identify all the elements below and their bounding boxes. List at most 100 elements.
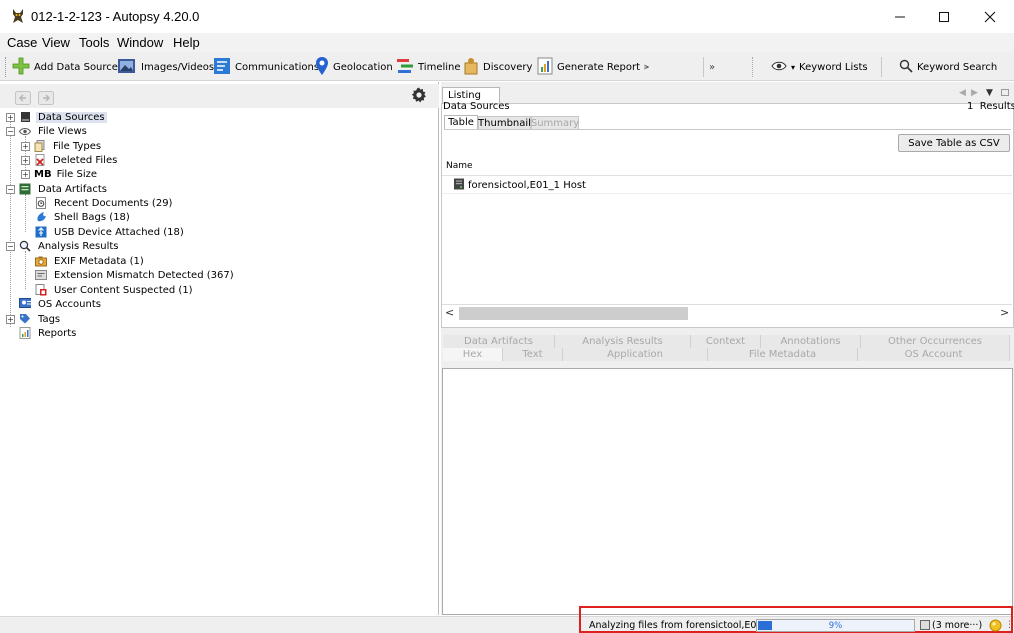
tree-item-extension-mismatch[interactable]: Extension Mismatch Detected (367) — [35, 268, 236, 282]
tree-label: Reports — [38, 327, 77, 339]
images-videos-button[interactable]: Images/Videos — [117, 56, 214, 78]
horizontal-scrollbar[interactable]: < > — [442, 304, 1012, 321]
menu-window[interactable]: Window — [117, 35, 163, 50]
tree-label: USB Device Attached (18) — [54, 226, 184, 238]
expand-icon[interactable]: + — [6, 314, 15, 324]
images-videos-icon — [117, 57, 137, 78]
tree-item-shell-bags[interactable]: Shell Bags (18) — [35, 210, 132, 224]
timeline-icon — [396, 57, 414, 78]
scrollbar-thumb[interactable] — [459, 307, 688, 320]
notification-bulb-icon[interactable] — [989, 619, 1002, 633]
tab-summary[interactable]: Summary — [531, 116, 579, 129]
tree-item-analysis-results[interactable]: − Analysis Results — [6, 239, 121, 253]
add-data-source-button[interactable]: Add Data Source — [12, 56, 118, 78]
minimize-button[interactable] — [877, 0, 923, 33]
expand-icon[interactable]: + — [21, 155, 30, 165]
expand-icon[interactable]: + — [21, 141, 30, 151]
listing-tab-strip — [441, 86, 1014, 104]
tab-data-artifacts[interactable]: Data Artifacts — [443, 335, 555, 348]
tab-file-metadata[interactable]: File Metadata — [708, 348, 858, 361]
tree-connector — [10, 122, 11, 327]
tab-label: Hex — [462, 349, 483, 360]
main-toolbar: Add Data Source Images/Videos Communicat… — [0, 52, 1014, 81]
tab-list-icon[interactable]: ▼ — [986, 88, 993, 98]
tab-label: Application — [607, 349, 663, 360]
back-button[interactable] — [14, 90, 32, 106]
tree-item-data-sources[interactable]: + Data Sources — [6, 110, 107, 124]
extension-mismatch-icon — [35, 269, 47, 281]
tab-table[interactable]: Table — [444, 115, 478, 129]
keyword-search-button[interactable]: Keyword Search — [899, 56, 997, 78]
expand-icon[interactable]: + — [21, 169, 30, 179]
menu-case[interactable]: Case — [7, 35, 37, 50]
geolocation-button[interactable]: Geolocation — [315, 56, 393, 78]
timeline-button[interactable]: Timeline — [396, 56, 461, 78]
autopsy-logo-icon — [11, 8, 25, 24]
dropdown-caret-icon: ▾ — [791, 62, 796, 72]
menu-view[interactable]: View — [42, 35, 70, 50]
results-count: 1 Results — [967, 101, 1014, 112]
tab-other-occurrences[interactable]: Other Occurrences — [861, 335, 1010, 348]
tree-item-tags[interactable]: + Tags — [6, 312, 62, 326]
save-table-csv-label: Save Table as CSV — [908, 137, 1000, 149]
keyword-lists-button[interactable]: ▾ Keyword Lists — [771, 56, 868, 78]
save-table-csv-button[interactable]: Save Table as CSV — [898, 134, 1010, 152]
tab-text[interactable]: Text — [503, 348, 563, 361]
tree-item-os-accounts[interactable]: OS Accounts — [19, 297, 103, 311]
hard-drive-icon — [19, 111, 31, 123]
tree-settings-button[interactable] — [410, 87, 428, 104]
scroll-right-arrow-icon[interactable]: > — [1000, 306, 1009, 319]
tab-scroll-left-icon[interactable]: ◀ — [959, 88, 966, 98]
table-row[interactable]: forensictool,E01_1 Host — [442, 177, 1012, 194]
collapse-icon[interactable]: − — [6, 126, 15, 136]
tab-thumbnail[interactable]: Thumbnail — [478, 116, 531, 129]
tree-item-file-views[interactable]: − File Views — [6, 124, 89, 138]
tree-label: Extension Mismatch Detected (367) — [54, 269, 234, 281]
tree-item-user-content[interactable]: User Content Suspected (1) — [35, 283, 195, 297]
progress-bar: 9% — [756, 619, 915, 632]
menu-help[interactable]: Help — [173, 35, 200, 50]
collapse-icon[interactable]: − — [6, 184, 15, 194]
tree-item-recent-documents[interactable]: Recent Documents (29) — [35, 196, 174, 210]
result-viewer-pane: Listing ◀ ▶ ▼ Data Sources 1 Results Tab… — [441, 82, 1014, 615]
tab-hex[interactable]: Hex — [443, 348, 503, 361]
recent-documents-icon — [35, 197, 47, 209]
tab-annotations[interactable]: Annotations — [761, 335, 861, 348]
tree-item-data-artifacts[interactable]: − Data Artifacts — [6, 182, 109, 196]
expand-icon[interactable]: + — [6, 112, 15, 122]
more-tasks-link[interactable]: (3 more···) — [932, 620, 982, 631]
discovery-button[interactable]: Discovery — [463, 56, 532, 78]
toolbar-overflow-button[interactable]: » — [709, 56, 715, 78]
collapse-icon[interactable]: − — [6, 241, 15, 251]
images-videos-label: Images/Videos — [141, 61, 215, 73]
tab-context[interactable]: Context — [691, 335, 761, 348]
double-chevron-down-icon: » — [709, 61, 716, 73]
tree-connector — [25, 194, 26, 232]
os-accounts-icon — [19, 298, 31, 310]
cancel-task-icon[interactable] — [920, 620, 930, 630]
tree-item-file-size[interactable]: + MB File Size — [21, 167, 99, 181]
tree-item-exif-metadata[interactable]: EXIF Metadata (1) — [35, 254, 146, 268]
tree-item-reports[interactable]: Reports — [19, 326, 78, 340]
maximize-tab-icon[interactable] — [1001, 89, 1009, 96]
forward-button[interactable] — [37, 90, 55, 106]
tab-os-account[interactable]: OS Account — [858, 348, 1010, 361]
tree-item-file-types[interactable]: + File Types — [21, 139, 103, 153]
column-header-label: Name — [446, 160, 473, 171]
tab-underline — [444, 129, 1011, 130]
tab-application[interactable]: Application — [563, 348, 708, 361]
tab-analysis-results[interactable]: Analysis Results — [555, 335, 691, 348]
scroll-left-arrow-icon[interactable]: < — [445, 306, 454, 319]
menu-tools[interactable]: Tools — [79, 35, 109, 50]
column-header-name[interactable]: Name — [442, 156, 1012, 176]
maximize-button[interactable] — [921, 0, 967, 33]
communications-button[interactable]: Communications — [213, 56, 319, 78]
tab-label: Analysis Results — [582, 336, 663, 347]
geolocation-label: Geolocation — [333, 61, 393, 73]
close-button[interactable] — [967, 0, 1013, 33]
generate-report-button[interactable]: Generate Report ⪫ — [537, 56, 649, 78]
tab-scroll-right-icon[interactable]: ▶ — [971, 88, 978, 98]
tree-item-usb-device[interactable]: USB Device Attached (18) — [35, 225, 186, 239]
tree-item-deleted-files[interactable]: + Deleted Files — [21, 153, 119, 167]
tree-label: Data Sources — [36, 111, 107, 123]
